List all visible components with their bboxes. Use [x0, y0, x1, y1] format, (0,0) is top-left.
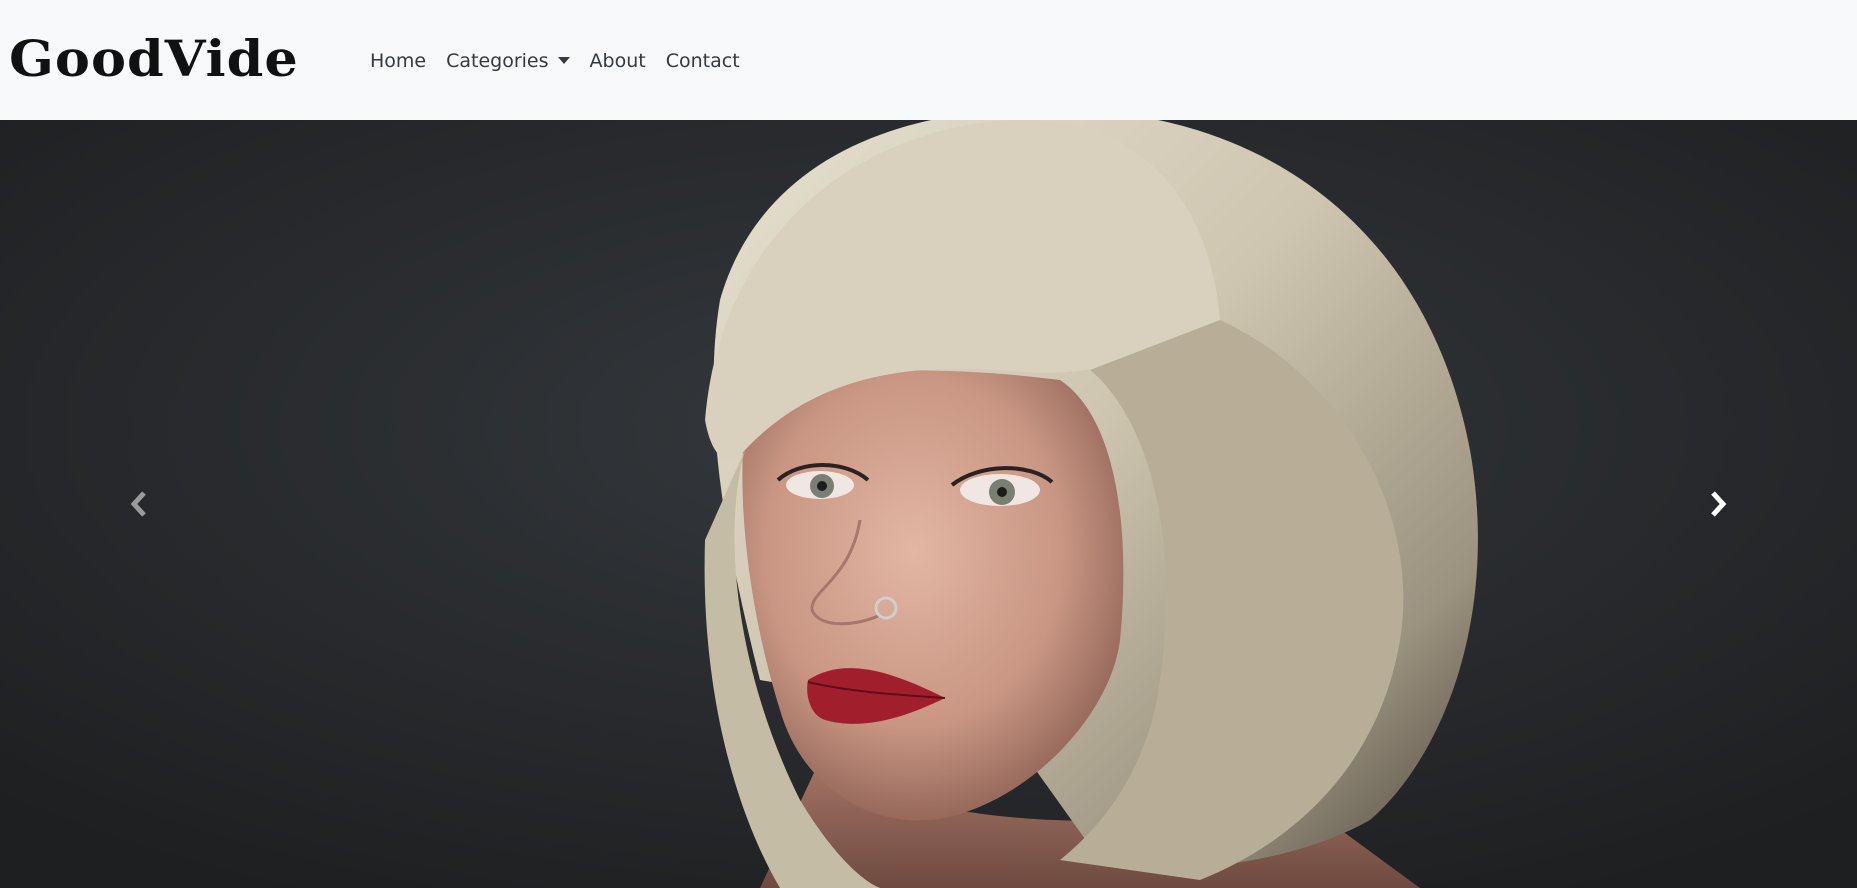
main-nav: Home Categories About Contact — [370, 44, 750, 78]
chevron-right-icon — [1711, 491, 1727, 517]
brand-logo[interactable]: GoodVide — [9, 26, 299, 92]
nav-contact[interactable]: Contact — [656, 44, 750, 78]
nav-about[interactable]: About — [580, 44, 656, 78]
carousel-prev-button[interactable] — [0, 120, 278, 888]
nav-about-label: About — [589, 50, 646, 72]
nav-home-label: Home — [370, 50, 427, 72]
navbar: GoodVide Home Categories About Contact — [0, 0, 1857, 120]
nav-categories-dropdown[interactable]: Categories — [436, 44, 579, 78]
chevron-left-icon — [130, 491, 146, 517]
carousel-next-button[interactable] — [1579, 120, 1857, 888]
hero-carousel — [0, 120, 1857, 888]
nav-home[interactable]: Home — [370, 44, 436, 78]
nav-categories-label: Categories — [446, 50, 549, 72]
caret-down-icon — [557, 57, 570, 64]
nav-contact-label: Contact — [665, 50, 740, 72]
